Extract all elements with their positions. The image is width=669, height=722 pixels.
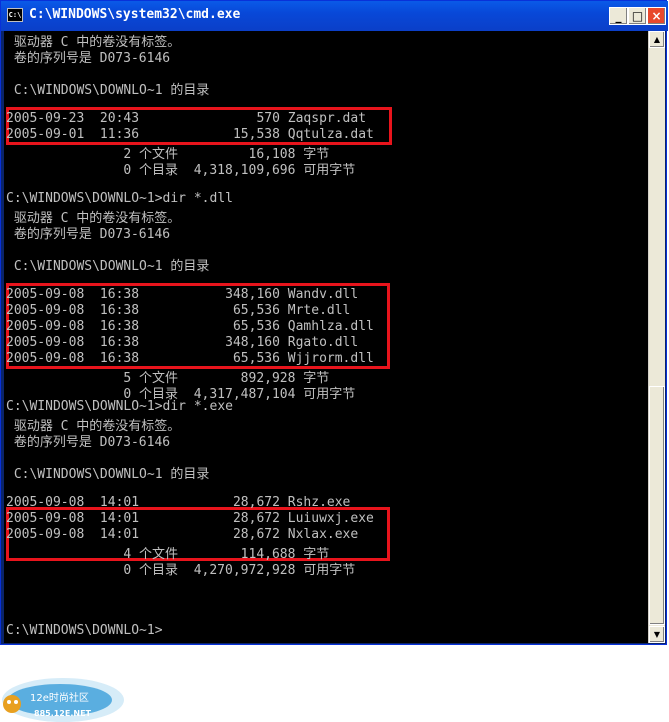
console-line: 2005-09-08 16:38 348,160 Wandv.dll xyxy=(6,287,359,302)
console-line: 驱动器 C 中的卷没有标签。 xyxy=(6,419,181,434)
console-line: C:\WINDOWS\DOWNLO~1>dir *.dll xyxy=(6,191,233,206)
console-line: 2005-09-08 14:01 28,672 Luiuwxj.exe xyxy=(6,511,374,526)
close-button[interactable]: × xyxy=(647,7,666,25)
console-line: 5 个文件 892,928 字节 xyxy=(6,371,330,386)
console-output[interactable]: 驱动器 C 中的卷没有标签。 卷的序列号是 D073-6146 C:\WINDO… xyxy=(4,31,648,643)
window-title: C:\WINDOWS\system32\cmd.exe xyxy=(29,7,241,22)
console-line: 卷的序列号是 D073-6146 xyxy=(6,227,171,242)
console-line: 驱动器 C 中的卷没有标签。 xyxy=(6,211,181,226)
minimize-button[interactable]: _ xyxy=(609,7,628,25)
console-line: 2005-09-08 16:38 65,536 Qamhlza.dll xyxy=(6,319,374,334)
console-line: 4 个文件 114,688 字节 xyxy=(6,547,330,562)
console-line: 2005-09-08 16:38 65,536 Wjjrorm.dll xyxy=(6,351,374,366)
console-line: C:\WINDOWS\DOWNLO~1> xyxy=(6,623,163,638)
console-line: 2005-09-08 16:38 348,160 Rgato.dll xyxy=(6,335,359,350)
console-line: 卷的序列号是 D073-6146 xyxy=(6,435,171,450)
console-line: 2005-09-08 14:01 28,672 Nxlax.exe xyxy=(6,527,359,542)
console-line: C:\WINDOWS\DOWNLO~1 的目录 xyxy=(6,83,210,98)
scroll-down-icon[interactable]: ▼ xyxy=(649,626,665,643)
console-line: 卷的序列号是 D073-6146 xyxy=(6,51,171,66)
console-line: 2005-09-23 20:43 570 Zaqspr.dat xyxy=(6,111,367,126)
cmd-icon[interactable]: C:\ xyxy=(7,8,23,22)
vertical-scrollbar[interactable]: ▲ ▼ xyxy=(648,31,665,643)
console-line: C:\WINDOWS\DOWNLO~1 的目录 xyxy=(6,467,210,482)
console-line: 2005-09-08 16:38 65,536 Mrte.dll xyxy=(6,303,351,318)
watermark-logo: 12e时尚社区 885.12E.NET xyxy=(2,678,124,722)
console-line: C:\WINDOWS\DOWNLO~1>dir *.exe xyxy=(6,399,233,414)
scroll-thumb[interactable] xyxy=(649,386,665,625)
console-line: C:\WINDOWS\DOWNLO~1 的目录 xyxy=(6,259,210,274)
title-bar[interactable]: C:\ C:\WINDOWS\system32\cmd.exe _ □ × xyxy=(1,1,668,31)
console-window: C:\ C:\WINDOWS\system32\cmd.exe _ □ × 驱动… xyxy=(0,0,668,645)
console-line: 0 个目录 4,317,487,104 可用字节 xyxy=(6,387,356,402)
scroll-up-icon[interactable]: ▲ xyxy=(649,31,665,48)
console-line: 0 个目录 4,270,972,928 可用字节 xyxy=(6,563,356,578)
console-line: 驱动器 C 中的卷没有标签。 xyxy=(6,35,181,50)
console-line: 0 个目录 4,318,109,696 可用字节 xyxy=(6,163,356,178)
console-line: 2005-09-08 14:01 28,672 Rshz.exe xyxy=(6,495,351,510)
watermark-text: 12e时尚社区 xyxy=(30,691,89,704)
console-line: 2005-09-01 11:36 15,538 Qqtulza.dat xyxy=(6,127,374,142)
watermark-url: 885.12E.NET xyxy=(34,709,92,718)
console-line: 2 个文件 16,108 字节 xyxy=(6,147,330,162)
maximize-button[interactable]: □ xyxy=(628,7,647,25)
